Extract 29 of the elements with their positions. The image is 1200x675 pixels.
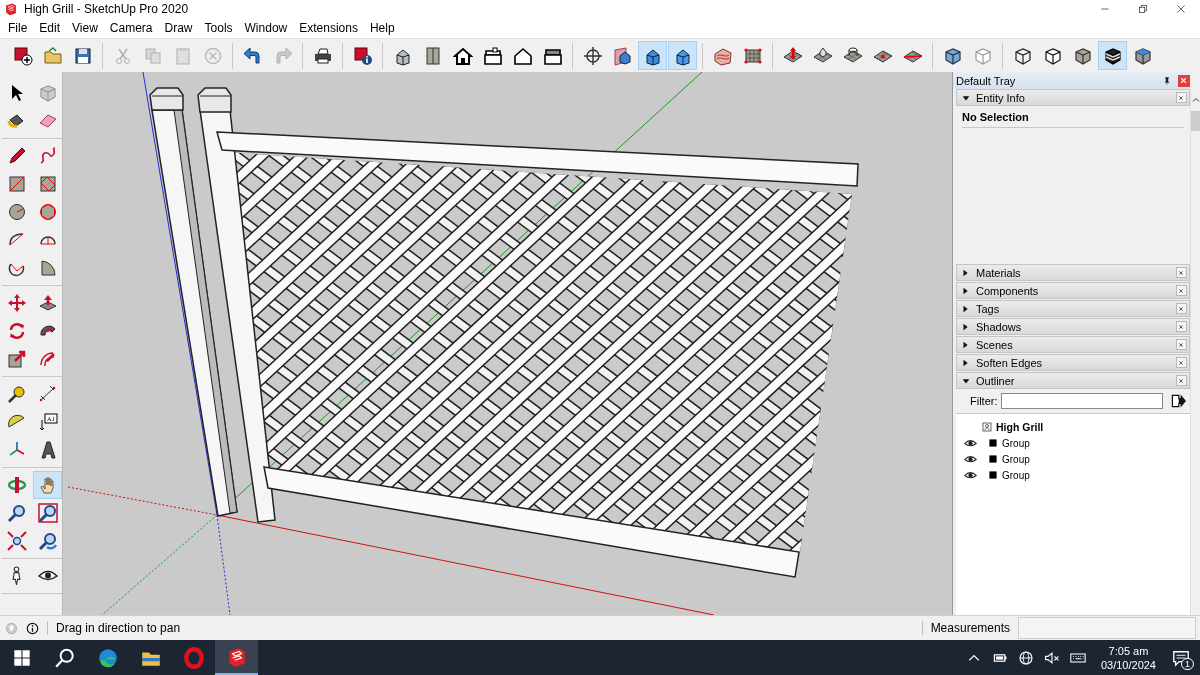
menu-item[interactable]: Window — [238, 21, 294, 35]
panel-header[interactable]: Materials — [956, 264, 1190, 281]
menu-item[interactable]: Help — [363, 21, 401, 35]
clock-button[interactable]: 7:05 am 03/10/2024 — [1092, 643, 1164, 672]
selection-status: No Selection — [962, 111, 1184, 128]
panel-header[interactable]: Entity Info — [956, 89, 1190, 106]
menu-item[interactable]: Camera — [103, 21, 159, 35]
panel-header[interactable]: Scenes — [956, 336, 1190, 353]
tree-item[interactable]: Group — [985, 453, 1030, 465]
tree-item[interactable]: High Grill — [956, 419, 1190, 435]
panel-header[interactable]: Shadows — [956, 318, 1190, 335]
tray-title: Default Tray — [956, 74, 1017, 87]
filter-label: Filter: — [970, 395, 998, 407]
tree-item[interactable]: Group — [985, 437, 1030, 449]
window-title: High Grill - SketchUp Pro 2020 — [24, 2, 189, 16]
panel-header[interactable]: Components — [956, 282, 1190, 299]
menu-item[interactable]: Extensions — [293, 21, 364, 35]
menu-item[interactable]: Draw — [158, 21, 199, 35]
panel-header[interactable]: Outliner — [956, 372, 1190, 389]
menu-item[interactable]: Edit — [33, 21, 67, 35]
menu-item[interactable]: Tools — [198, 21, 239, 35]
menu-item[interactable]: File — [2, 21, 34, 35]
tree-item[interactable]: Group — [985, 469, 1030, 481]
menu-item[interactable]: View — [66, 21, 104, 35]
status-hint: Drag in direction to pan — [47, 621, 181, 635]
panel-header[interactable]: Tags — [956, 300, 1190, 317]
notification-button[interactable]: 1 — [1168, 648, 1200, 667]
panel-header[interactable]: Soften Edges — [956, 354, 1190, 371]
measurements-label: Measurements — [921, 621, 1010, 635]
